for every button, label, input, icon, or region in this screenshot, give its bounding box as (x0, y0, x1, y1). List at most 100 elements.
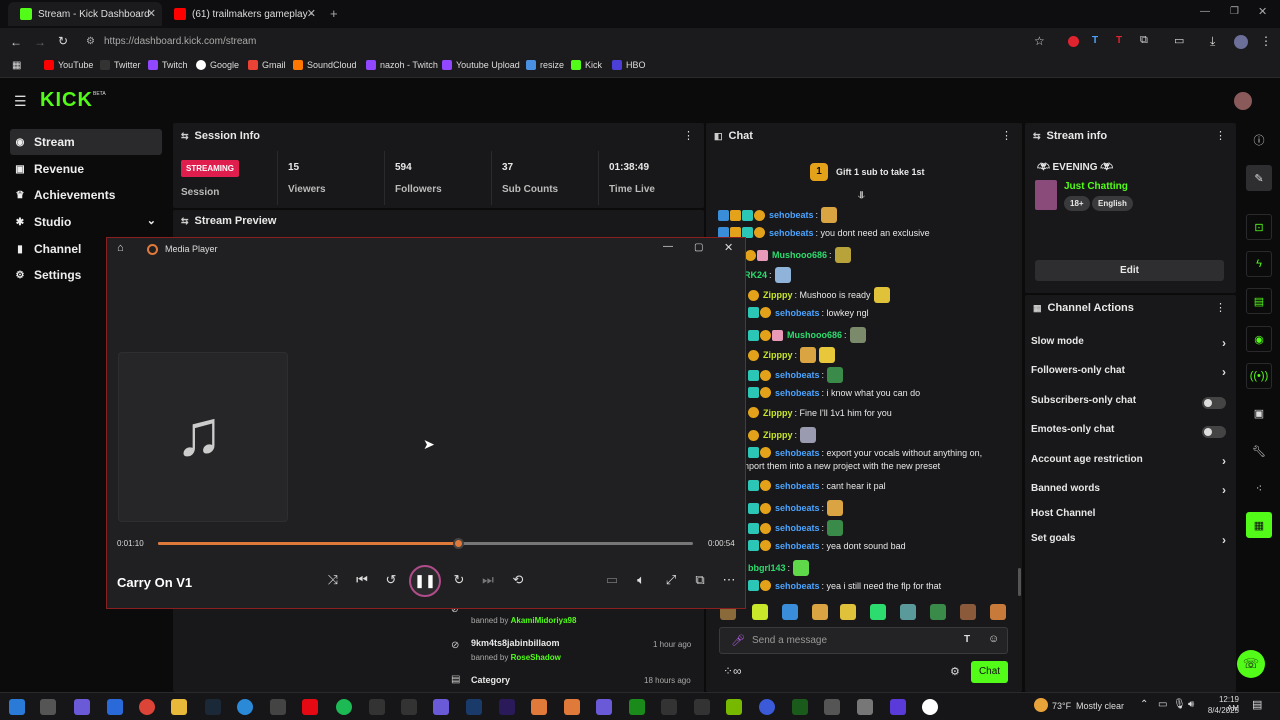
edge-icon[interactable] (237, 699, 253, 715)
emote-icon[interactable] (840, 604, 856, 620)
clock-date[interactable]: 8/4/2025 (1207, 706, 1239, 715)
fl-studio-icon[interactable] (531, 699, 547, 715)
app-icon[interactable] (824, 699, 840, 715)
tab-youtube[interactable]: (61) trailmakers gameplay - Yo ✕ (162, 2, 322, 26)
support-chat-icon[interactable]: ☏ (1237, 650, 1265, 678)
chevron-down-icon[interactable]: ⌄ (147, 214, 156, 227)
bookmark-resize[interactable]: resize (526, 60, 564, 70)
chat-input-box[interactable]: 🎤︎ Send a message T ☺ (719, 627, 1008, 654)
emote-icon[interactable] (782, 604, 798, 620)
emote-icon[interactable] (752, 604, 768, 620)
bookmark-gmail[interactable]: Gmail (248, 60, 286, 70)
chat-menu-icon[interactable]: ⋮ (1001, 129, 1012, 142)
emote-icon[interactable] (900, 604, 916, 620)
translate-extension-icon[interactable]: T (1092, 35, 1098, 46)
store-icon[interactable] (107, 699, 123, 715)
task-view-icon[interactable] (40, 699, 56, 715)
fullscreen-icon[interactable]: ⤢ (661, 572, 681, 588)
apps-grid-icon[interactable]: ▦ (12, 60, 21, 71)
notifications-icon[interactable]: ▤ (1252, 698, 1262, 711)
card-icon[interactable]: ▣ (1246, 400, 1272, 426)
profile-avatar[interactable] (1234, 35, 1248, 49)
scan-icon[interactable]: ⊡ (1246, 214, 1272, 240)
new-tab-icon[interactable]: + (330, 6, 338, 21)
emotes-only-toggle[interactable] (1202, 426, 1226, 438)
mini-player-icon[interactable]: ⧉ (690, 572, 710, 588)
netflix-icon[interactable] (302, 699, 318, 715)
app-icon[interactable] (890, 699, 906, 715)
sidebar-item-achievements[interactable]: ♛ Achievements (10, 182, 162, 208)
media-player-taskbar-icon[interactable] (922, 699, 938, 715)
url-field[interactable]: https://dashboard.kick.com/stream (104, 36, 256, 47)
tab-kick-dashboard[interactable]: Stream - Kick Dashboard ✕ (8, 2, 162, 26)
emoji-icon[interactable]: ☺ (988, 633, 999, 645)
pencil-icon[interactable]: ✎ (1246, 165, 1272, 191)
microphone-icon[interactable]: 🎤︎ (731, 634, 745, 647)
clipboard-icon[interactable]: ▤ (1246, 288, 1272, 314)
app-icon[interactable] (564, 699, 580, 715)
bookmark-hbo[interactable]: HBO (612, 60, 646, 70)
volume-icon[interactable]: 🔈︎ (631, 572, 651, 588)
forward-icon[interactable]: → (34, 35, 46, 49)
action-followers-only-chat[interactable]: Followers-only chat › (1031, 365, 1226, 381)
category-link[interactable]: Just Chatting (1064, 181, 1128, 192)
send-chat-button[interactable]: Chat (971, 661, 1008, 683)
obs-icon[interactable] (270, 699, 286, 715)
previous-icon[interactable]: ⏮︎ (352, 572, 372, 588)
action-banned-words[interactable]: Banned words › (1031, 483, 1226, 499)
download-icon[interactable]: ⤓ (1210, 34, 1215, 49)
broadcast-icon[interactable]: ((•)) (1246, 363, 1272, 389)
microphone-tray-icon[interactable]: 🎙︎ (1173, 699, 1186, 710)
action-host-channel[interactable]: Host Channel (1031, 508, 1226, 524)
emote-icon[interactable] (870, 604, 886, 620)
translate-icon[interactable]: T (964, 634, 970, 645)
more-options-icon[interactable]: ⋯ (719, 572, 739, 588)
app-icon[interactable] (792, 699, 808, 715)
sidebar-item-revenue[interactable]: ▣ Revenue (10, 156, 162, 182)
windows-start-icon[interactable] (9, 699, 25, 715)
app-icon[interactable] (661, 699, 677, 715)
maximize-window-icon[interactable]: ❐ (1230, 6, 1239, 17)
bookmark-soundcloud[interactable]: SoundCloud (293, 60, 357, 70)
capcut-icon[interactable] (694, 699, 710, 715)
app-icon[interactable] (596, 699, 612, 715)
discord-icon[interactable] (433, 699, 449, 715)
subscribers-only-toggle[interactable] (1202, 397, 1226, 409)
app-icon[interactable] (759, 699, 775, 715)
copilot-icon[interactable] (74, 699, 90, 715)
action-slow-mode[interactable]: Slow mode › (1031, 336, 1226, 352)
chat-scrollbar[interactable] (1018, 568, 1021, 596)
weather-text[interactable]: Mostly clear (1076, 701, 1124, 711)
back-icon[interactable]: ← (10, 35, 22, 49)
steam-icon[interactable] (205, 699, 221, 715)
clip-icon[interactable]: ▦ (1246, 512, 1272, 538)
chrome-icon[interactable] (139, 699, 155, 715)
seek-thumb[interactable] (452, 538, 464, 549)
file-explorer-icon[interactable] (171, 699, 187, 715)
emote-icon[interactable] (812, 604, 828, 620)
action-account-age-restriction[interactable]: Account age restriction › (1031, 454, 1226, 470)
minimize-icon[interactable]: — (663, 241, 673, 252)
channel-actions-menu-icon[interactable]: ⋮ (1215, 301, 1226, 314)
show-hidden-icons-icon[interactable]: ⌃ (1140, 699, 1148, 710)
close-icon[interactable]: ✕ (724, 241, 733, 254)
action-set-goals[interactable]: Set goals › (1031, 533, 1226, 549)
bookmark-youtube[interactable]: YouTube (44, 60, 93, 70)
lightning-icon[interactable]: ϟ (1246, 251, 1272, 277)
weather-temp[interactable]: 73°F (1052, 701, 1071, 711)
user-avatar[interactable] (1234, 92, 1252, 110)
emote-icon[interactable] (960, 604, 976, 620)
bookmark-nazoh-twitch[interactable]: nazoh - Twitch (366, 60, 438, 70)
nodes-icon[interactable]: ⁖ (1246, 475, 1272, 501)
extension-icon[interactable] (1068, 36, 1079, 47)
rewind-10-icon[interactable]: ↺ (381, 572, 401, 588)
chat-input[interactable]: Send a message (752, 635, 827, 646)
sidebar-item-studio[interactable]: ✱ Studio ⌄ (10, 209, 162, 235)
network-icon[interactable]: ▭ (1158, 699, 1167, 710)
close-tab-icon[interactable]: ✕ (307, 7, 316, 20)
emote-icon[interactable] (990, 604, 1006, 620)
sidebar-item-stream[interactable]: ◉ Stream (10, 129, 162, 155)
extension-icon[interactable]: T (1116, 35, 1122, 46)
maximize-icon[interactable]: ▢ (694, 242, 703, 253)
site-info-icon[interactable]: ⚙ (86, 36, 95, 47)
